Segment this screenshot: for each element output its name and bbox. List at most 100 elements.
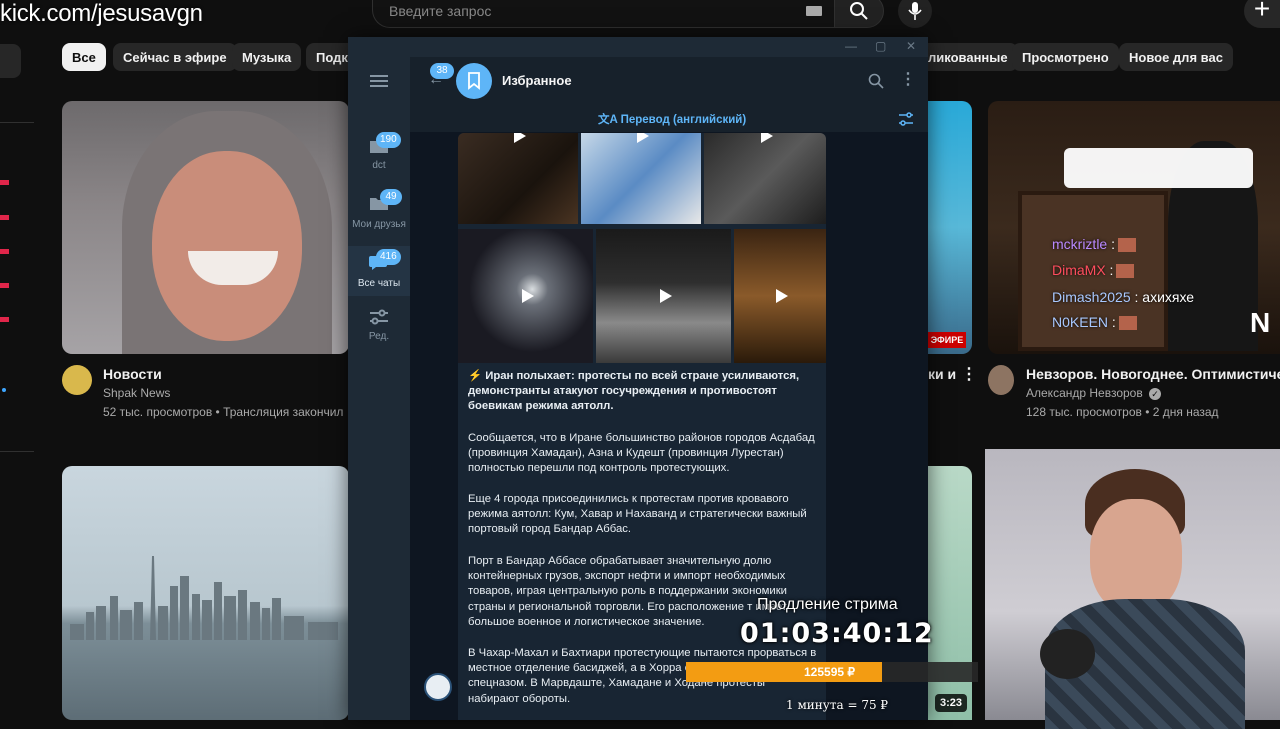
chip-live[interactable]: Сейчас в эфире	[113, 43, 237, 71]
stream-extension-label: Продление стрима	[757, 596, 898, 613]
channel-name[interactable]: Shpak News	[103, 386, 343, 400]
post-paragraph: Сообщается, что в Иране большинство райо…	[468, 432, 815, 475]
folder-label: Мои друзья	[352, 219, 406, 230]
folder-label: dct	[372, 160, 386, 171]
minimize-icon[interactable]: —	[845, 39, 857, 53]
mic-icon	[908, 2, 922, 20]
create-button[interactable]: +	[1244, 0, 1280, 28]
close-icon[interactable]: ✕	[906, 39, 916, 53]
play-icon	[659, 289, 672, 303]
channel-avatar[interactable]	[62, 365, 92, 395]
folder-dct[interactable]: 190 dct	[348, 130, 410, 186]
keyboard-icon[interactable]	[806, 6, 822, 16]
video-thumbnail[interactable]	[62, 466, 349, 720]
channel-avatar[interactable]	[988, 365, 1014, 395]
settings-sliders-icon	[370, 309, 388, 325]
maximize-icon[interactable]: ▢	[875, 39, 886, 53]
popup-card[interactable]	[1064, 148, 1253, 188]
search-icon[interactable]	[868, 73, 884, 89]
microphone-shape	[1040, 629, 1095, 679]
stream-timer: 01:03:40:12	[740, 618, 934, 649]
stream-watermark: kick.com/jesusavgn	[0, 0, 203, 27]
folder-label: Все чаты	[357, 278, 401, 289]
emote-icon	[1116, 264, 1135, 279]
folder-friends[interactable]: 49 Мои друзья	[348, 187, 410, 245]
chip-new-for-you[interactable]: Новое для вас	[1119, 43, 1233, 71]
video-title[interactable]: Невзоров. Новогоднее. Оптимистическ	[1026, 366, 1280, 382]
play-icon	[637, 133, 649, 143]
translate-button[interactable]: 文A Перевод (английский)	[598, 111, 746, 127]
thumb-letter: N	[1250, 307, 1271, 338]
window-titlebar[interactable]: — ▢ ✕	[348, 37, 928, 57]
folder-edit[interactable]: Ред.	[348, 307, 410, 347]
play-icon	[521, 289, 534, 303]
bookmark-icon	[468, 72, 480, 90]
chip-music[interactable]: Музыка	[232, 43, 302, 71]
donation-rate: 1 минута = 75 ₽	[786, 698, 889, 712]
translate-bar: 文A Перевод (английский)	[410, 105, 928, 133]
chat-separator: :	[1105, 262, 1114, 278]
chip-published[interactable]: ликованные	[918, 43, 1018, 71]
video-preview[interactable]	[458, 229, 593, 363]
chat-text: ахихяхе	[1138, 289, 1195, 305]
chat-username[interactable]: N0KEEN	[1052, 314, 1108, 330]
face-shape	[152, 151, 302, 341]
unread-badge: 49	[380, 189, 402, 205]
more-options-icon[interactable]: ⋮	[961, 364, 977, 384]
sidebar-live-indicators	[0, 180, 9, 322]
video-duration: 3:23	[935, 694, 967, 712]
chat-username[interactable]: Dimash2025	[1052, 289, 1131, 305]
saved-messages-avatar[interactable]	[456, 63, 492, 99]
hamburger-menu-icon[interactable]	[370, 74, 388, 93]
video-preview[interactable]	[734, 229, 826, 363]
play-icon	[761, 133, 773, 143]
post-headline: ⚡ Иран полыхает: протесты по всей стране…	[468, 370, 800, 413]
back-unread-badge: 38	[430, 63, 454, 79]
video-thumbnail[interactable]	[62, 101, 349, 354]
chat-username[interactable]: mckriztle	[1052, 236, 1107, 252]
chat-separator: :	[1108, 314, 1116, 330]
chat-message: Dimash2025 : ахихяхе	[1052, 289, 1194, 305]
sidebar-collapsed-item[interactable]	[0, 44, 21, 78]
emote-icon	[1118, 316, 1137, 331]
skyline-graphic	[70, 556, 338, 640]
video-thumbnail[interactable]: ЭФИРЕ	[928, 101, 972, 354]
unread-badge: 190	[376, 132, 401, 148]
more-menu-icon[interactable]: ⋮	[900, 69, 916, 89]
video-preview[interactable]	[581, 133, 701, 224]
video-title-partial[interactable]: ки и	[928, 366, 956, 382]
voice-search-button[interactable]	[898, 0, 932, 28]
folder-sidebar: 190 dct 49 Мои друзья 416 Все чаты Ред.	[348, 57, 410, 720]
chat-username[interactable]: DimaMX	[1052, 262, 1106, 278]
unread-badge: 416	[376, 249, 401, 265]
webcam-feed	[985, 449, 1280, 729]
chip-watched[interactable]: Просмотрено	[1012, 43, 1119, 71]
verified-icon: ✓	[1149, 388, 1161, 400]
search-icon	[850, 2, 868, 20]
face-shape	[1090, 499, 1182, 614]
video-preview[interactable]	[704, 133, 826, 224]
live-badge: ЭФИРЕ	[928, 332, 966, 348]
channel-avatar[interactable]	[424, 673, 452, 701]
chip-all[interactable]: Все	[62, 43, 106, 71]
video-preview[interactable]	[458, 133, 578, 224]
folder-all-chats[interactable]: 416 Все чаты	[348, 246, 410, 296]
translate-settings-icon[interactable]	[898, 112, 914, 126]
video-meta: 128 тыс. просмотров • 2 дня назад	[1026, 405, 1219, 419]
post-paragraph: Еще 4 города присоединились к протестам …	[468, 493, 807, 536]
chat-message: N0KEEN :	[1052, 314, 1137, 331]
chat-title[interactable]: Избранное	[502, 73, 572, 88]
folder-label: Ред.	[368, 331, 390, 342]
search-button[interactable]	[834, 0, 884, 28]
translate-label: Перевод (английский)	[620, 114, 747, 126]
divider	[0, 451, 34, 452]
notification-dot	[2, 388, 6, 392]
video-title[interactable]: Новости	[103, 366, 343, 382]
play-icon	[514, 133, 526, 143]
search-input[interactable]: Введите запрос	[372, 0, 840, 28]
channel-name[interactable]: Александр Невзоров	[1026, 386, 1150, 400]
chip-podcasts[interactable]: Подка	[306, 43, 350, 71]
chat-separator: :	[1107, 236, 1116, 252]
video-preview[interactable]	[596, 229, 731, 363]
divider	[0, 122, 34, 123]
